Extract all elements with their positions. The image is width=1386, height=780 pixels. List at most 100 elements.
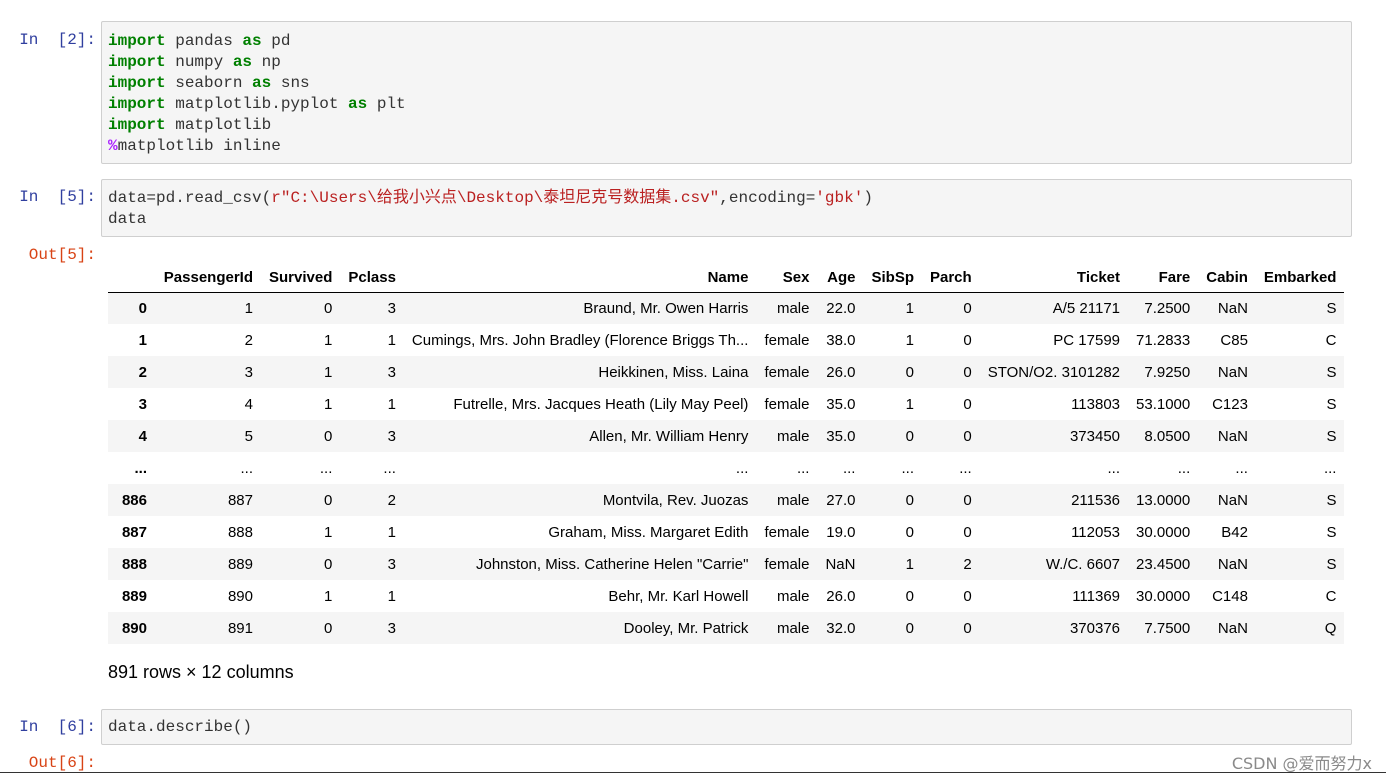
column-header: PassengerId — [155, 260, 261, 293]
cell-3-code-input[interactable]: data.describe() — [101, 709, 1352, 745]
column-header: Name — [403, 260, 757, 293]
table-cell: NaN — [825, 555, 856, 573]
table-cell: 1 — [387, 587, 396, 605]
table-cell: ... — [842, 459, 856, 477]
column-header: SibSp — [863, 260, 922, 293]
table-cell: 38.0 — [826, 331, 856, 349]
table-cell: 0 — [963, 427, 972, 445]
table-cell: 8.0500 — [1144, 427, 1191, 445]
table-cell: female — [764, 395, 810, 413]
table-cell: 23.4500 — [1136, 555, 1191, 573]
table-cell: NaN — [1217, 299, 1248, 317]
column-header: Survived — [261, 260, 341, 293]
table-cell: 1 — [905, 395, 914, 413]
index-header — [108, 260, 155, 293]
column-header: Pclass — [340, 260, 404, 293]
row-index: 4 — [138, 427, 147, 445]
table-cell: male — [776, 491, 810, 509]
table-cell: 0 — [963, 587, 972, 605]
table-cell: 4 — [244, 395, 253, 413]
table-cell: ... — [901, 459, 914, 477]
table-cell: C — [1325, 331, 1337, 349]
table-cell: 19.0 — [826, 523, 856, 541]
table-cell: 1 — [324, 395, 333, 413]
table-cell: 0 — [324, 555, 333, 573]
csdn-watermark: CSDN @爱而努力x — [1231, 754, 1372, 773]
table-cell: 30.0000 — [1136, 523, 1191, 541]
table-cell: 0 — [963, 331, 972, 349]
column-header: Fare — [1128, 260, 1199, 293]
table-cell: Behr, Mr. Karl Howell — [608, 587, 749, 605]
table-cell: 0 — [905, 587, 914, 605]
table-cell: female — [764, 363, 810, 381]
dataframe-table: PassengerId Survived Pclass Name Sex Age… — [108, 260, 1345, 644]
table-cell: 0 — [963, 619, 972, 637]
table-cell: 2 — [963, 555, 972, 573]
table-cell: 113803 — [1071, 395, 1121, 413]
table-cell: ... — [1107, 459, 1121, 477]
table-cell: 26.0 — [826, 363, 856, 381]
table-cell: Montvila, Rev. Juozas — [602, 491, 749, 509]
column-header: Age — [817, 260, 864, 293]
table-cell: ... — [319, 459, 333, 477]
table-cell: 0 — [905, 619, 914, 637]
table-cell: STON/O2. 3101282 — [987, 363, 1121, 381]
dataframe-output: PassengerId Survived Pclass Name Sex Age… — [108, 260, 1345, 644]
column-header: Cabin — [1198, 260, 1256, 293]
row-index: 888 — [121, 555, 147, 573]
table-cell: male — [776, 587, 810, 605]
table-cell: 0 — [324, 619, 333, 637]
table-cell: C148 — [1212, 587, 1248, 605]
table-cell: 7.2500 — [1144, 299, 1191, 317]
table-cell: ... — [240, 459, 253, 477]
cell-2-code-input[interactable]: data=pd.read_csv(r"C:\Users\给我小兴点\Deskto… — [101, 179, 1352, 237]
table-cell: 1 — [324, 331, 333, 349]
table-cell: NaN — [1217, 427, 1248, 445]
table-cell: 373450 — [1069, 427, 1121, 445]
table-cell: A/5 21171 — [1052, 299, 1121, 317]
table-cell: B42 — [1221, 523, 1248, 541]
table-cell: 0 — [324, 427, 333, 445]
table-cell: female — [764, 331, 810, 349]
code-line-magic: %matplotlib inline — [108, 137, 281, 155]
table-row: 890 891 0 3 Dooley, Mr. Patrick male 32.0 0 0 370… — [108, 612, 1345, 644]
cell-3-in-prompt: In [6]: — [19, 718, 96, 736]
table-cell: 30.0000 — [1136, 587, 1191, 605]
table-cell: 3 — [387, 427, 396, 445]
code-line: import numpy as np — [108, 53, 281, 71]
table-cell: 0 — [963, 395, 972, 413]
code-line: data — [108, 210, 147, 228]
table-cell: ... — [1323, 459, 1337, 477]
table-cell: 1 — [905, 555, 914, 573]
table-cell: W./C. 6607 — [1045, 555, 1121, 573]
table-cell: 0 — [963, 523, 972, 541]
table-row: 2 3 1 3 Heikkinen, Miss. Laina female 26.0 0 0 ST… — [108, 356, 1345, 388]
table-cell: 71.2833 — [1136, 331, 1191, 349]
table-cell: NaN — [1217, 619, 1248, 637]
table-cell: 112053 — [1071, 523, 1121, 541]
table-cell: 891 — [227, 619, 253, 637]
table-cell: S — [1326, 395, 1337, 413]
code-line: data.describe() — [108, 718, 253, 736]
table-cell: 27.0 — [826, 491, 856, 509]
table-cell: male — [776, 427, 810, 445]
table-cell: 2 — [244, 331, 253, 349]
row-index: 887 — [121, 523, 147, 541]
table-row: 888 889 0 3 Johnston, Miss. Catherine Helen … — [108, 548, 1345, 580]
code-line: import seaborn as sns — [108, 74, 310, 92]
table-cell: 0 — [963, 363, 972, 381]
table-cell: 0 — [963, 491, 972, 509]
table-cell: 0 — [324, 299, 333, 317]
table-cell: 1 — [387, 395, 396, 413]
table-cell: C85 — [1220, 331, 1248, 349]
cell-1-code-input[interactable]: import pandas as pd import numpy as np i… — [101, 21, 1352, 164]
table-cell: 7.7500 — [1144, 619, 1191, 637]
row-index: 3 — [138, 395, 147, 413]
row-index: ... — [134, 459, 147, 477]
table-cell: 32.0 — [826, 619, 856, 637]
table-cell: 1 — [324, 587, 333, 605]
table-cell: S — [1326, 491, 1337, 509]
table-cell: S — [1326, 555, 1337, 573]
table-row: 889 890 1 1 Behr, Mr. Karl Howell male 26.0 0 0 1… — [108, 580, 1345, 612]
table-cell: 888 — [227, 523, 253, 541]
